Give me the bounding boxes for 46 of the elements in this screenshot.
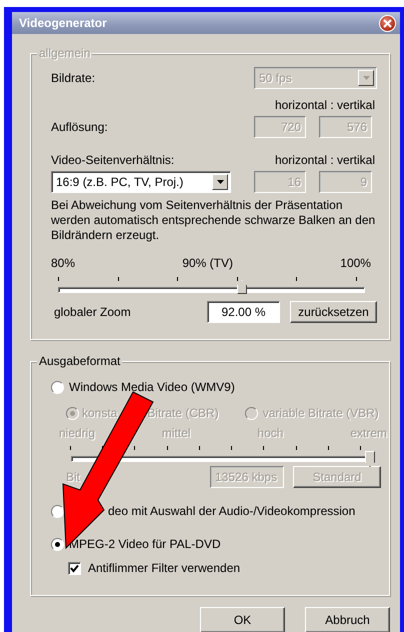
tick-mark xyxy=(166,446,168,450)
tick-mark xyxy=(360,446,361,450)
tick-mark xyxy=(236,277,238,281)
option-label: deo mit Auswahl der Audio-/Videokompression xyxy=(108,504,356,518)
tick-mark xyxy=(296,277,298,281)
column-header: horizontal : vertikal xyxy=(274,152,375,168)
zoom-field[interactable]: 92.00 % xyxy=(207,301,280,323)
tick-mark xyxy=(134,446,136,450)
radio-button[interactable] xyxy=(51,504,64,518)
scale-label: 80% xyxy=(51,256,76,270)
field-label: Video-Seitenverhältnis: xyxy=(51,152,176,168)
scale-label: 90% (TV) xyxy=(182,256,233,270)
dropdown-button[interactable] xyxy=(212,174,228,190)
checkbox-label: Antiflimmer Filter verwenden xyxy=(88,560,240,576)
radio-button[interactable] xyxy=(51,538,64,550)
close-icon xyxy=(383,18,392,28)
slider-thumb[interactable] xyxy=(237,280,247,294)
tick-mark xyxy=(231,446,232,450)
column-header: horizontal : vertikal xyxy=(274,98,375,112)
group-label: Ausgabeformat xyxy=(37,354,122,368)
caret-icon xyxy=(362,76,370,80)
tick-mark xyxy=(177,277,178,281)
option-label: Windows Media Video (WMV9) xyxy=(69,380,235,394)
checkmark-icon xyxy=(70,564,79,572)
close-button[interactable] xyxy=(379,14,396,32)
tick-mark xyxy=(263,446,264,450)
dialog-button[interactable]: Abbruch xyxy=(305,607,390,632)
window-title: Videogenerator xyxy=(19,16,107,30)
tick-mark xyxy=(296,446,297,450)
tick-mark xyxy=(70,446,71,450)
field-label: Bildrate: xyxy=(51,70,96,86)
bitrate-slider[interactable] xyxy=(71,449,377,465)
info-text: Bei Abweichung vom Seitenverhältnis der Präsentation werden automatisch entsprechende schwarze Balken an den Bildrändern erzeugt. xyxy=(51,198,376,243)
tick-mark xyxy=(58,277,59,281)
field-label: Auflösung: xyxy=(51,120,109,134)
option-label: MPEG-2 Video für PAL-DVD xyxy=(69,536,221,552)
dialog-button[interactable]: OK xyxy=(200,607,285,632)
field-label: globaler Zoom xyxy=(54,304,132,320)
reset-button[interactable]: zurücksetzen xyxy=(290,301,377,323)
tick-mark xyxy=(118,277,119,281)
tick-mark xyxy=(356,277,357,281)
tick-mark xyxy=(198,446,200,450)
checkbox[interactable] xyxy=(68,562,81,574)
caret-icon xyxy=(216,180,224,184)
scale-label: 100% xyxy=(340,256,371,270)
tick-mark xyxy=(328,446,329,450)
